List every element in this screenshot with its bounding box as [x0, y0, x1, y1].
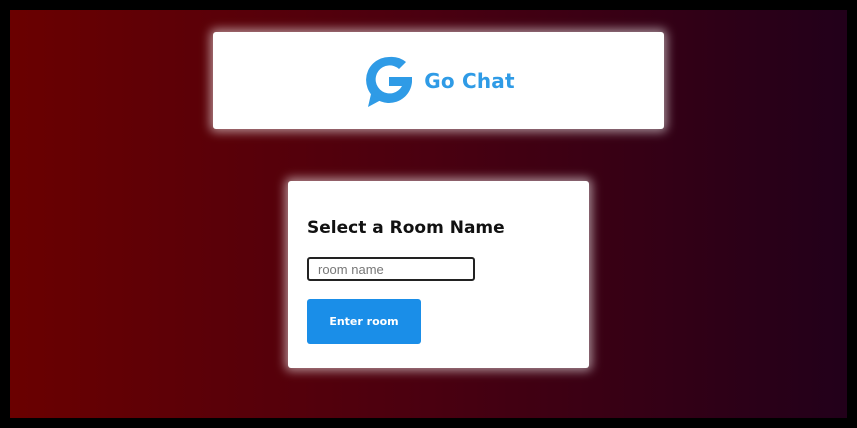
page-background: Go Chat Select a Room Name Enter room: [10, 10, 847, 418]
room-form-title: Select a Room Name: [307, 218, 505, 238]
brand-logo: Go Chat: [362, 53, 515, 109]
go-chat-logo-icon: [366, 56, 413, 107]
brand-name: Go Chat: [424, 68, 515, 93]
room-select-card: Select a Room Name Enter room: [288, 181, 589, 368]
logo-card: Go Chat: [213, 32, 664, 129]
room-name-input[interactable]: [307, 257, 475, 281]
enter-room-button[interactable]: Enter room: [307, 299, 421, 344]
